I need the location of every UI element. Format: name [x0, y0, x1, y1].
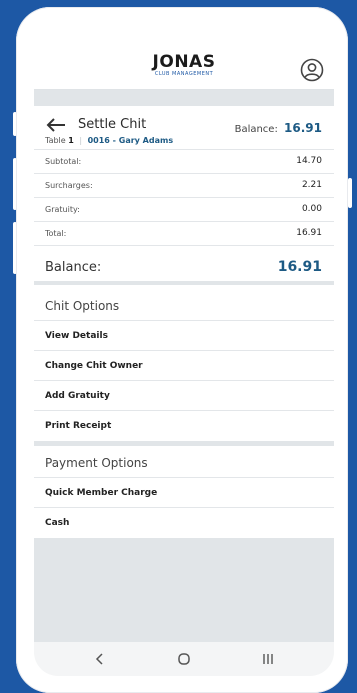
circle-home-icon[interactable]	[176, 651, 192, 667]
chevron-left-icon[interactable]	[92, 651, 108, 667]
android-nav-bar	[34, 642, 334, 676]
summary-label: Total:	[45, 229, 67, 238]
summary-label: Surcharges:	[45, 181, 93, 190]
print-receipt-button[interactable]: Print Receipt	[34, 411, 334, 441]
option-label: Print Receipt	[45, 421, 112, 431]
option-label: Change Chit Owner	[45, 361, 143, 371]
table-number: 1	[68, 136, 74, 145]
table-label: Table	[45, 136, 66, 145]
summary-row-subtotal: Subtotal: 14.70	[34, 150, 334, 174]
summary-row-gratuity: Gratuity: 0.00	[34, 198, 334, 222]
summary-value: 2.21	[301, 180, 322, 190]
logo-main-text: JONAS	[152, 52, 216, 72]
empty-area	[34, 538, 334, 642]
arrow-left-icon[interactable]	[46, 118, 66, 132]
cash-button[interactable]: Cash	[34, 508, 334, 538]
summary-value: 16.91	[296, 228, 322, 238]
payment-options-header: Payment Options	[34, 446, 334, 478]
header-spacer	[34, 90, 334, 106]
app-screen: JONAS CLUB MANAGEMENT Settle Chit Table …	[34, 41, 334, 676]
summary-label: Gratuity:	[45, 205, 80, 214]
page-title: Settle Chit	[78, 117, 147, 132]
phone-power-button	[348, 178, 352, 208]
user-circle-icon[interactable]	[300, 58, 324, 82]
option-label: Quick Member Charge	[45, 488, 158, 498]
balance-row: Balance: 16.91	[34, 247, 334, 285]
option-label: View Details	[45, 331, 108, 341]
recents-icon[interactable]	[260, 651, 276, 667]
summary-row-surcharges: Surcharges: 2.21	[34, 174, 334, 198]
meta-separator: |	[79, 136, 83, 145]
add-gratuity-button[interactable]: Add Gratuity	[34, 381, 334, 411]
summary-label: Subtotal:	[45, 157, 82, 166]
view-details-button[interactable]: View Details	[34, 321, 334, 351]
change-chit-owner-button[interactable]: Change Chit Owner	[34, 351, 334, 381]
chit-options-header: Chit Options	[34, 289, 334, 321]
header-balance: Balance: 16.91	[235, 121, 322, 135]
option-label: Cash	[45, 518, 70, 528]
member-name: 0016 - Gary Adams	[87, 136, 174, 145]
header-balance-label: Balance:	[234, 124, 278, 135]
summary-value: 0.00	[301, 204, 322, 214]
summary-row-total: Total: 16.91	[34, 222, 334, 246]
logo-sub-text: CLUB MANAGEMENT	[154, 71, 214, 77]
section-title: Chit Options	[45, 299, 120, 313]
balance-value: 16.91	[277, 259, 322, 275]
option-label: Add Gratuity	[45, 391, 110, 401]
balance-label: Balance:	[45, 260, 102, 275]
section-title: Payment Options	[45, 456, 148, 470]
header-balance-value: 16.91	[284, 121, 322, 135]
top-bar: JONAS CLUB MANAGEMENT	[34, 41, 334, 90]
summary-value: 14.70	[296, 156, 322, 166]
app-logo: JONAS CLUB MANAGEMENT	[34, 53, 334, 77]
quick-member-charge-button[interactable]: Quick Member Charge	[34, 478, 334, 508]
chit-meta: Table 1 | 0016 - Gary Adams	[45, 136, 173, 145]
chit-header: Settle Chit Table 1 | 0016 - Gary Adams …	[34, 107, 334, 150]
